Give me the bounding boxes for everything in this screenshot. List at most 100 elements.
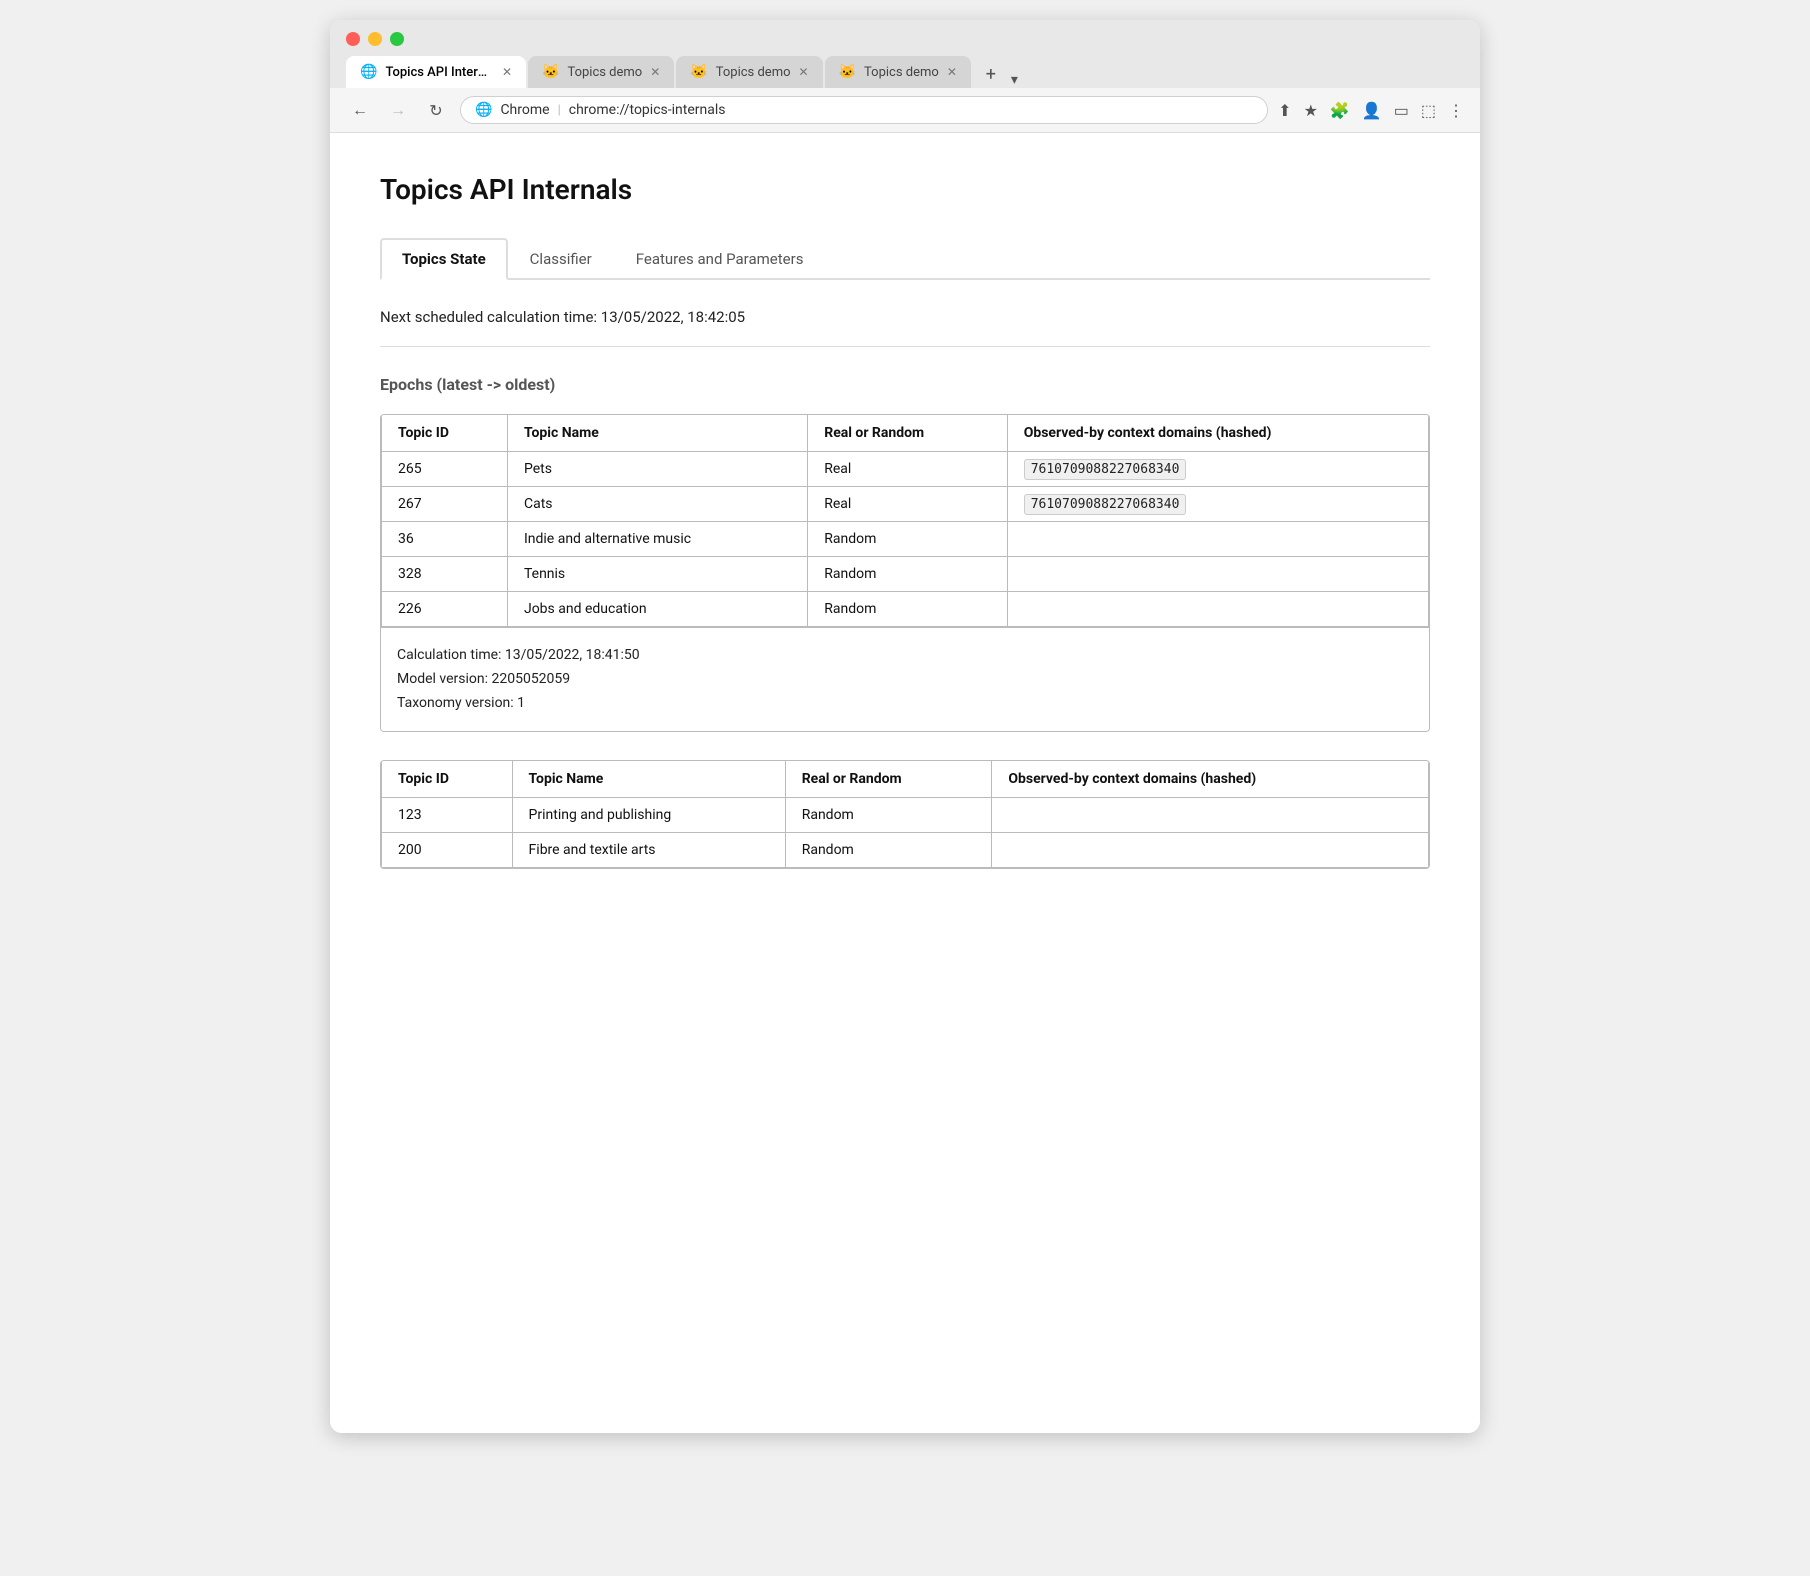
tab-label-2: Topics demo: [567, 65, 642, 80]
col-topic-id-2: Topic ID: [382, 761, 513, 798]
cell-topic-id: 123: [382, 798, 513, 833]
tab-dropdown-button[interactable]: ▾: [1011, 72, 1018, 88]
tab-favicon-3: 🐱: [690, 64, 707, 80]
cell-topic-id: 267: [382, 487, 508, 522]
col-domains-2: Observed-by context domains (hashed): [992, 761, 1429, 798]
table-row: 36Indie and alternative musicRandom: [382, 522, 1429, 557]
address-favicon: 🌐: [475, 102, 492, 118]
traffic-lights: [346, 32, 1464, 46]
tab-classifier[interactable]: Classifier: [508, 238, 614, 280]
table-row: 265PetsReal 7610709088227068340: [382, 452, 1429, 487]
share-icon[interactable]: ⬆: [1278, 101, 1291, 120]
tab-bar: 🌐 Topics API Intern... ✕ 🐱 Topics demo ✕…: [346, 56, 1464, 88]
tab-topics-state[interactable]: Topics State: [380, 238, 508, 280]
cell-domains: 7610709088227068340: [1007, 452, 1428, 487]
col-domains-1: Observed-by context domains (hashed): [1007, 415, 1428, 452]
address-bar[interactable]: 🌐 Chrome | chrome://topics-internals: [460, 96, 1268, 124]
tab-label-1: Topics API Intern...: [385, 65, 494, 80]
epochs-heading: Epochs (latest -> oldest): [380, 375, 1430, 394]
tab-close-2[interactable]: ✕: [650, 65, 660, 79]
tab-features-params[interactable]: Features and Parameters: [614, 238, 826, 280]
cell-topic-id: 200: [382, 833, 513, 868]
tab-label-4: Topics demo: [864, 65, 939, 80]
epoch-2-block: Topic ID Topic Name Real or Random Obser…: [380, 760, 1430, 869]
col-real-random-2: Real or Random: [785, 761, 992, 798]
menu-icon[interactable]: ⋮: [1448, 101, 1464, 120]
cell-topic-id: 226: [382, 592, 508, 627]
cell-real-random: Random: [808, 557, 1007, 592]
table-row: 123Printing and publishingRandom: [382, 798, 1429, 833]
profile-icon[interactable]: 👤: [1362, 101, 1382, 120]
divider: [380, 346, 1430, 347]
cell-domains: [1007, 522, 1428, 557]
cell-domains: [1007, 557, 1428, 592]
browser-tab-3[interactable]: 🐱 Topics demo ✕: [676, 56, 822, 88]
cell-topic-name: Jobs and education: [507, 592, 807, 627]
close-button[interactable]: [346, 32, 360, 46]
cell-topic-id: 328: [382, 557, 508, 592]
epoch-1-calc-time: Calculation time: 13/05/2022, 18:41:50: [397, 644, 1413, 668]
cell-topic-name: Cats: [507, 487, 807, 522]
minimize-button[interactable]: [368, 32, 382, 46]
domain-badge: 7610709088227068340: [1024, 494, 1187, 515]
browser-tab-1[interactable]: 🌐 Topics API Intern... ✕: [346, 56, 526, 88]
domain-badge: 7610709088227068340: [1024, 459, 1187, 480]
table-row: 226Jobs and educationRandom: [382, 592, 1429, 627]
cell-real-random: Real: [808, 452, 1007, 487]
tab-favicon-2: 🐱: [542, 64, 559, 80]
epoch-2-table: Topic ID Topic Name Real or Random Obser…: [381, 761, 1429, 868]
cell-real-random: Random: [785, 798, 992, 833]
extensions-icon[interactable]: 🧩: [1330, 101, 1350, 120]
maximize-button[interactable]: [390, 32, 404, 46]
browser-window: 🌐 Topics API Intern... ✕ 🐱 Topics demo ✕…: [330, 20, 1480, 1433]
col-topic-name-2: Topic Name: [512, 761, 785, 798]
tab-close-3[interactable]: ✕: [799, 65, 809, 79]
back-button[interactable]: ←: [346, 96, 374, 124]
new-tab-button[interactable]: +: [977, 60, 1005, 88]
cell-real-random: Random: [785, 833, 992, 868]
bookmark-icon[interactable]: ★: [1304, 101, 1318, 120]
cell-real-random: Random: [808, 522, 1007, 557]
epoch-1-taxonomy-version: Taxonomy version: 1: [397, 692, 1413, 716]
browser-tab-4[interactable]: 🐱 Topics demo ✕: [825, 56, 971, 88]
nav-actions: ⬆ ★ 🧩 👤 ▭ ⬚ ⋮: [1278, 101, 1464, 120]
tab-close-4[interactable]: ✕: [947, 65, 957, 79]
cell-topic-name: Tennis: [507, 557, 807, 592]
split-view-icon[interactable]: ▭: [1394, 101, 1409, 120]
browser-tab-2[interactable]: 🐱 Topics demo ✕: [528, 56, 674, 88]
cell-domains: [1007, 592, 1428, 627]
cell-topic-id: 265: [382, 452, 508, 487]
forward-button[interactable]: →: [384, 96, 412, 124]
col-real-random-1: Real or Random: [808, 415, 1007, 452]
page-title: Topics API Internals: [380, 173, 1430, 206]
epoch-1-model-version: Model version: 2205052059: [397, 668, 1413, 692]
address-separator: |: [558, 103, 561, 118]
nav-bar: ← → ↻ 🌐 Chrome | chrome://topics-interna…: [330, 88, 1480, 133]
tab-label-3: Topics demo: [716, 65, 791, 80]
cell-topic-id: 36: [382, 522, 508, 557]
reload-button[interactable]: ↻: [422, 96, 450, 124]
epoch-1-table: Topic ID Topic Name Real or Random Obser…: [381, 415, 1429, 627]
address-url: chrome://topics-internals: [569, 102, 726, 118]
cell-real-random: Real: [808, 487, 1007, 522]
page-tabs: Topics State Classifier Features and Par…: [380, 238, 1430, 280]
cell-topic-name: Pets: [507, 452, 807, 487]
cell-domains: [992, 798, 1429, 833]
tab-favicon-4: 🐱: [839, 64, 856, 80]
table-row: 267CatsReal 7610709088227068340: [382, 487, 1429, 522]
cell-real-random: Random: [808, 592, 1007, 627]
cell-domains: [992, 833, 1429, 868]
col-topic-id-1: Topic ID: [382, 415, 508, 452]
tab-close-1[interactable]: ✕: [502, 65, 512, 79]
cell-domains: 7610709088227068340: [1007, 487, 1428, 522]
cell-topic-name: Indie and alternative music: [507, 522, 807, 557]
table-row: 328TennisRandom: [382, 557, 1429, 592]
epoch-1-meta: Calculation time: 13/05/2022, 18:41:50 M…: [381, 627, 1429, 731]
account-icon[interactable]: ⬚: [1421, 101, 1436, 120]
address-prefix: Chrome: [500, 102, 549, 118]
scheduled-time: Next scheduled calculation time: 13/05/2…: [380, 308, 1430, 326]
tab-favicon-1: 🌐: [360, 64, 377, 80]
epoch-1-block: Topic ID Topic Name Real or Random Obser…: [380, 414, 1430, 732]
col-topic-name-1: Topic Name: [507, 415, 807, 452]
title-bar: 🌐 Topics API Intern... ✕ 🐱 Topics demo ✕…: [330, 20, 1480, 88]
